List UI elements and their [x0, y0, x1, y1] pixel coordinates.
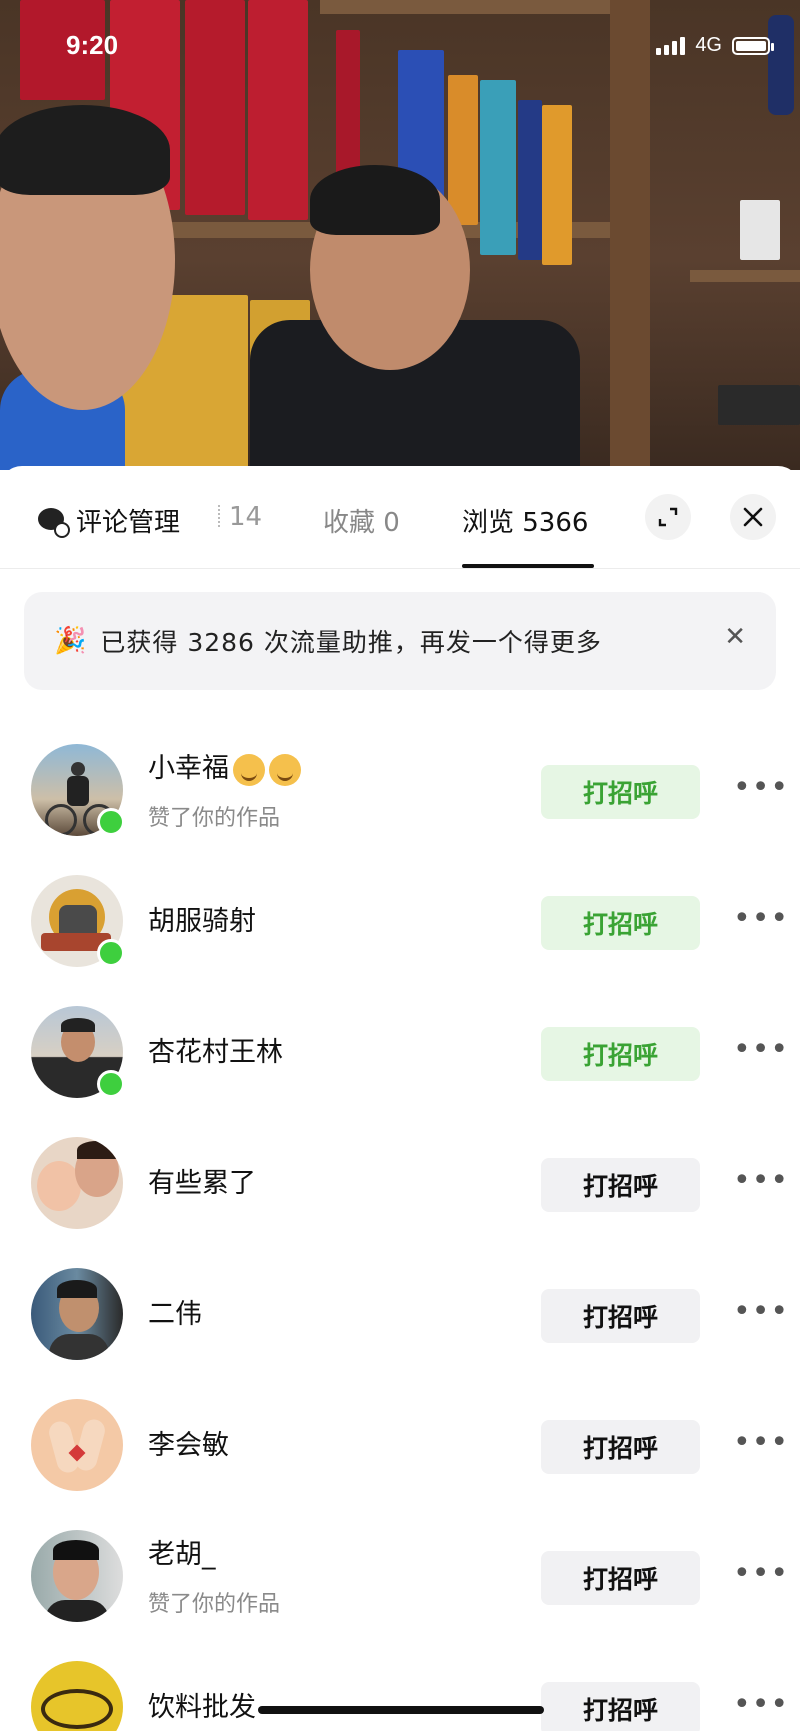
status-time: 9:20: [66, 30, 119, 60]
shelf-items: [740, 200, 780, 260]
avatar[interactable]: [31, 1137, 123, 1229]
comment-settings-icon: [38, 507, 70, 538]
avatar[interactable]: [31, 1661, 123, 1731]
active-tab-indicator: [462, 564, 594, 568]
red-box: [248, 0, 308, 220]
tab-views[interactable]: 浏览 5366: [462, 502, 588, 539]
viewer-list: 小幸福 赞了你的作品 打招呼 ••• 胡服骑射 打招呼 ••• 杏花村王林 打招…: [0, 724, 800, 1731]
user-action: 赞了你的作品: [148, 806, 281, 831]
more-icon[interactable]: •••: [733, 1163, 789, 1198]
more-icon[interactable]: •••: [733, 1687, 789, 1722]
device: [718, 385, 800, 425]
tab-favorites[interactable]: 收藏 0: [323, 502, 400, 539]
user-name: 二伟: [148, 1299, 202, 1330]
say-hello-button[interactable]: 打招呼: [541, 765, 700, 819]
smiling-hearts-emoji-icon: [233, 753, 265, 786]
user-name: 饮料批发: [148, 1692, 256, 1723]
say-hello-button[interactable]: 打招呼: [541, 1551, 700, 1605]
say-hello-button[interactable]: 打招呼: [541, 1682, 700, 1731]
close-icon: [743, 507, 763, 527]
video-background: [0, 0, 800, 470]
more-icon[interactable]: •••: [733, 901, 789, 936]
online-indicator: [97, 808, 125, 836]
orange-box: [448, 75, 478, 225]
list-item[interactable]: 小幸福 赞了你的作品 打招呼 •••: [0, 724, 800, 855]
teal-box: [480, 80, 516, 255]
user-name: 李会敏: [148, 1430, 229, 1461]
banner-text: 已获得 3286 次流量助推，再发一个得更多: [100, 628, 602, 657]
say-hello-button[interactable]: 打招呼: [541, 1027, 700, 1081]
list-item[interactable]: 李会敏 打招呼 •••: [0, 1379, 800, 1510]
party-popper-icon: 🎉: [54, 626, 87, 656]
more-icon[interactable]: •••: [733, 770, 789, 805]
views-sheet: 评论管理 14 收藏 0 浏览 5366 🎉 已获得 3286 次流量助推，再发…: [0, 466, 800, 1731]
tab-bar: 评论管理 14 收藏 0 浏览 5366: [0, 466, 800, 569]
expand-button[interactable]: [645, 494, 691, 540]
battery-icon: [732, 36, 774, 55]
user-name: 有些累了: [148, 1168, 256, 1199]
avatar[interactable]: [31, 1399, 123, 1491]
tab-comment-manage-label: 评论管理: [76, 508, 181, 538]
say-hello-button[interactable]: 打招呼: [541, 1289, 700, 1343]
signal-icon: [656, 36, 686, 55]
shelf-right: [690, 270, 800, 282]
more-icon[interactable]: •••: [733, 1032, 789, 1067]
network-type: 4G: [695, 34, 722, 56]
tab-partial-label: 14: [229, 502, 263, 532]
red-box: [185, 0, 245, 215]
status-icons: 4G: [656, 34, 774, 57]
person-left-hair: [0, 105, 170, 195]
say-hello-button[interactable]: 打招呼: [541, 896, 700, 950]
say-hello-button[interactable]: 打招呼: [541, 1420, 700, 1474]
user-action: 赞了你的作品: [148, 1592, 281, 1617]
person-right-hair: [310, 165, 440, 235]
traffic-boost-banner[interactable]: 🎉 已获得 3286 次流量助推，再发一个得更多 ✕: [24, 592, 776, 690]
tab-comment-manage[interactable]: 评论管理: [38, 502, 180, 539]
avatar[interactable]: [31, 1530, 123, 1622]
shelf-side: [610, 0, 650, 470]
list-item[interactable]: 二伟 打招呼 •••: [0, 1248, 800, 1379]
user-name: 杏花村王林: [148, 1037, 283, 1068]
user-name: 小幸福: [148, 746, 301, 786]
more-icon[interactable]: •••: [733, 1294, 789, 1329]
tab-partial[interactable]: 14: [218, 502, 262, 532]
user-name: 老胡_: [148, 1539, 216, 1570]
shelf-top: [320, 0, 630, 14]
more-icon[interactable]: •••: [733, 1425, 789, 1460]
online-indicator: [97, 1070, 125, 1098]
home-indicator: [258, 1706, 544, 1714]
navy-box: [518, 100, 542, 260]
bottle: [768, 15, 794, 115]
more-icon[interactable]: •••: [733, 1556, 789, 1591]
list-item[interactable]: 胡服骑射 打招呼 •••: [0, 855, 800, 986]
user-name-text: 小幸福: [148, 753, 229, 784]
smiling-hearts-emoji-icon: [269, 753, 301, 786]
online-indicator: [97, 939, 125, 967]
close-button[interactable]: [730, 494, 776, 540]
avatar[interactable]: [31, 1268, 123, 1360]
list-item[interactable]: 饮料批发 打招呼 •••: [0, 1641, 800, 1731]
list-item[interactable]: 有些累了 打招呼 •••: [0, 1117, 800, 1248]
banner-close-icon[interactable]: ✕: [724, 622, 746, 652]
expand-icon: [658, 507, 678, 527]
list-item[interactable]: 杏花村王林 打招呼 •••: [0, 986, 800, 1117]
user-name: 胡服骑射: [148, 906, 256, 937]
say-hello-button[interactable]: 打招呼: [541, 1158, 700, 1212]
list-item[interactable]: 老胡_ 赞了你的作品 打招呼 •••: [0, 1510, 800, 1641]
orange-box: [542, 105, 572, 265]
